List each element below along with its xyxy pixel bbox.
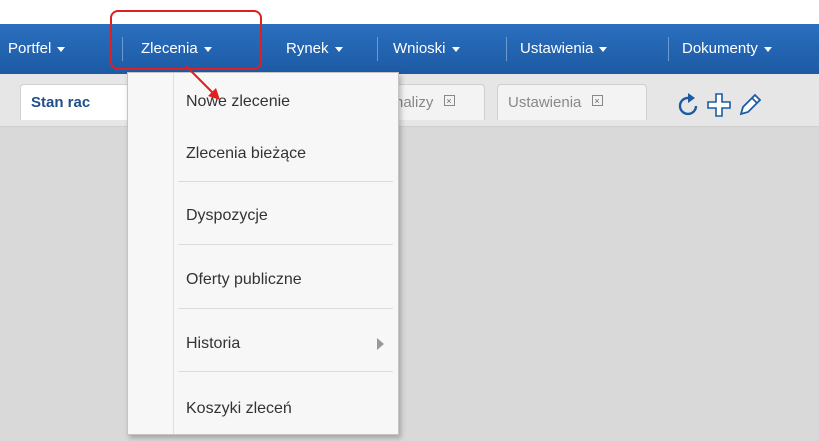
nav-item-ustawienia[interactable]: Ustawienia <box>520 24 608 74</box>
nav-item-label: Wnioski <box>393 40 446 57</box>
menu-divider <box>178 244 393 245</box>
pencil-icon[interactable] <box>737 92 763 118</box>
tab-ustawienia[interactable]: Ustawienia × <box>497 84 647 120</box>
menu-item-zlecenia-biezace[interactable]: Zlecenia bieżące <box>173 136 398 172</box>
content-area <box>0 127 819 441</box>
refresh-icon[interactable] <box>676 92 702 118</box>
nav-divider <box>506 37 507 61</box>
menu-item-label: Historia <box>186 335 241 352</box>
tab-analizy[interactable]: nalizy × <box>385 84 485 120</box>
chevron-down-icon <box>57 46 66 52</box>
menu-divider <box>178 181 393 182</box>
menu-item-oferty-publiczne[interactable]: Oferty publiczne <box>173 262 398 298</box>
menu-item-label: Koszyki zleceń <box>186 400 292 417</box>
nav-item-rynek[interactable]: Rynek <box>286 24 343 74</box>
menu-item-label: Dyspozycje <box>186 207 268 224</box>
menu-item-label: Oferty publiczne <box>186 271 302 288</box>
nav-item-label: Portfel <box>8 40 52 57</box>
menu-icon-gutter <box>128 73 174 434</box>
annotation-arrow-icon <box>185 65 220 100</box>
chevron-down-icon <box>451 46 460 52</box>
nav-item-label: Dokumenty <box>682 40 758 57</box>
close-icon[interactable]: × <box>591 95 603 106</box>
nav-item-wnioski[interactable]: Wnioski <box>393 24 460 74</box>
nav-item-label: Ustawienia <box>520 40 594 57</box>
nav-item-portfel[interactable]: Portfel <box>8 24 66 74</box>
menu-divider <box>178 308 393 309</box>
zlecenia-dropdown-menu: Nowe zlecenie Zlecenia bieżące Dyspozycj… <box>127 72 399 435</box>
nav-divider <box>377 37 378 61</box>
chevron-down-icon <box>763 46 772 52</box>
move-icon[interactable] <box>706 92 732 118</box>
chevron-down-icon <box>334 46 343 52</box>
chevron-right-icon <box>377 338 384 350</box>
tab-label: nalizy <box>395 94 434 111</box>
menu-item-historia[interactable]: Historia <box>173 326 398 362</box>
tab-label: Ustawienia <box>508 94 582 111</box>
close-icon[interactable]: × <box>443 95 455 106</box>
tab-label: Stan rac <box>31 94 91 111</box>
tab-stan-rachunku[interactable]: Stan rac <box>20 84 130 120</box>
chevron-down-icon <box>599 46 608 52</box>
nav-item-dokumenty[interactable]: Dokumenty <box>682 24 772 74</box>
menu-divider <box>178 371 393 372</box>
nav-divider <box>668 37 669 61</box>
nav-item-label: Rynek <box>286 40 329 57</box>
menu-item-koszyki-zlecen[interactable]: Koszyki zleceń <box>173 391 398 427</box>
menu-item-label: Zlecenia bieżące <box>186 145 307 162</box>
menu-item-dyspozycje[interactable]: Dyspozycje <box>173 198 398 234</box>
